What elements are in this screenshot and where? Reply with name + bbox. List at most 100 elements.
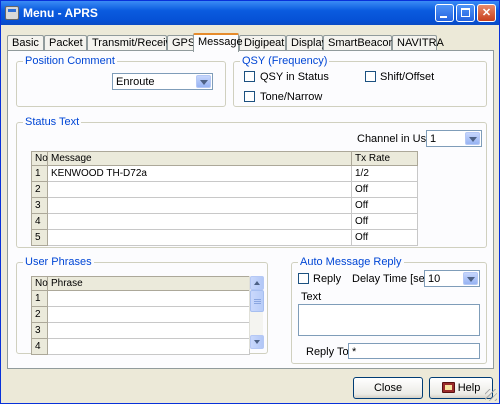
user-phrases-label: User Phrases — [23, 256, 94, 268]
tx-rate-cell[interactable]: Off — [351, 181, 418, 198]
phrase-cell[interactable] — [47, 322, 250, 339]
minimize-button[interactable] — [435, 4, 454, 22]
table-row[interactable]: 5 Off — [31, 229, 418, 246]
help-button-label: Help — [457, 382, 481, 394]
table-row[interactable]: 4 — [31, 338, 250, 355]
position-comment-label: Position Comment — [23, 55, 117, 67]
reply-text-field[interactable] — [298, 304, 480, 336]
row-number: 4 — [31, 338, 48, 355]
message-cell[interactable] — [47, 229, 352, 246]
table-row[interactable]: 3 Off — [31, 197, 418, 214]
aprs-menu-window: Menu - APRS ✕ Basic Packet Transmit/Rece… — [0, 0, 500, 404]
column-header-message: Message — [47, 151, 352, 166]
tab-gps[interactable]: GPS — [167, 35, 195, 51]
tx-rate-cell[interactable]: Off — [351, 213, 418, 230]
table-row[interactable]: 1 — [31, 290, 250, 307]
row-number: 2 — [31, 181, 48, 198]
delay-time-value: 10 — [428, 273, 441, 285]
message-cell[interactable] — [47, 213, 352, 230]
row-number: 1 — [31, 165, 48, 182]
channel-in-use-label: Channel in Use — [357, 133, 433, 145]
row-number: 2 — [31, 306, 48, 323]
grip-line — [254, 303, 261, 304]
column-header-no: No — [31, 151, 48, 166]
position-comment-value: Enroute — [116, 76, 155, 88]
chevron-down-icon — [465, 132, 480, 145]
channel-in-use-select[interactable]: 1 — [426, 130, 482, 147]
tx-rate-cell[interactable]: Off — [351, 229, 418, 246]
tab-digipeat[interactable]: Digipeat — [239, 35, 286, 51]
position-comment-group: Position Comment Enroute — [16, 55, 226, 107]
tab-display[interactable]: Display — [286, 35, 327, 51]
phrase-cell[interactable] — [47, 290, 250, 307]
table-row[interactable]: 2 Off — [31, 181, 418, 198]
table-row[interactable]: 4 Off — [31, 213, 418, 230]
message-cell[interactable] — [47, 181, 352, 198]
qsy-in-status-checkbox[interactable] — [244, 71, 255, 82]
status-table-header: No Message Tx Rate — [31, 151, 418, 166]
position-comment-select[interactable]: Enroute — [112, 73, 213, 90]
row-number: 3 — [31, 197, 48, 214]
table-row[interactable]: 2 — [31, 306, 250, 323]
status-text-label: Status Text — [23, 116, 82, 128]
qsy-in-status-label: QSY in Status — [260, 71, 329, 83]
chevron-down-icon — [463, 272, 478, 285]
tab-navitra[interactable]: NAVITRA — [392, 35, 444, 51]
maximize-button[interactable] — [456, 4, 475, 22]
close-button[interactable]: Close — [353, 377, 423, 399]
tab-packet[interactable]: Packet — [44, 35, 87, 51]
minimize-icon — [440, 16, 447, 18]
channel-in-use-value: 1 — [430, 133, 437, 145]
chevron-down-icon — [196, 75, 211, 88]
reply-label: Reply — [313, 273, 342, 285]
help-button[interactable]: Help — [429, 377, 493, 399]
message-cell[interactable]: KENWOOD TH-D72a — [47, 165, 352, 182]
table-row[interactable]: 1 KENWOOD TH-D72a 1/2 — [31, 165, 418, 182]
close-icon: ✕ — [481, 7, 492, 19]
shift-offset-label: Shift/Offset — [380, 71, 435, 83]
delay-time-select[interactable]: 10 — [424, 270, 480, 287]
reply-to-value: * — [352, 346, 357, 358]
maximize-icon — [461, 8, 470, 17]
scroll-thumb[interactable] — [250, 290, 264, 312]
delay-time-label: Delay Time [sec] — [352, 273, 434, 285]
scroll-up-icon[interactable] — [250, 276, 264, 290]
table-row[interactable]: 3 — [31, 322, 250, 339]
column-header-tx-rate: Tx Rate — [351, 151, 418, 166]
resize-grip-icon[interactable] — [485, 389, 497, 401]
tab-message[interactable]: Message — [193, 33, 243, 52]
phrase-cell[interactable] — [47, 306, 250, 323]
status-text-group: Status Text Channel in Use 1 No Message … — [16, 116, 487, 248]
close-window-button[interactable]: ✕ — [477, 4, 496, 22]
row-number: 4 — [31, 213, 48, 230]
phrase-cell[interactable] — [47, 338, 250, 355]
reply-checkbox[interactable] — [298, 273, 309, 284]
auto-message-reply-label: Auto Message Reply — [298, 256, 404, 268]
tab-smartbeaconing[interactable]: SmartBeaconing — [323, 35, 409, 51]
qsy-group: QSY (Frequency) QSY in Status Shift/Offs… — [233, 55, 487, 107]
tab-basic[interactable]: Basic — [7, 35, 44, 51]
tone-narrow-checkbox[interactable] — [244, 91, 255, 102]
row-number: 1 — [31, 290, 48, 307]
reply-to-label: Reply To — [306, 346, 349, 358]
message-tab-panel: Position Comment Enroute QSY (Frequency)… — [7, 50, 494, 369]
column-header-phrase: Phrase — [47, 276, 250, 291]
scroll-down-icon[interactable] — [250, 335, 264, 349]
help-book-icon — [441, 381, 455, 393]
title-bar[interactable]: Menu - APRS ✕ — [1, 1, 499, 25]
phrases-scrollbar[interactable] — [249, 276, 264, 349]
qsy-label: QSY (Frequency) — [240, 55, 330, 67]
row-number: 3 — [31, 322, 48, 339]
column-header-no: No — [31, 276, 48, 291]
status-text-table: No Message Tx Rate 1 KENWOOD TH-D72a 1/2… — [31, 151, 418, 246]
tab-transmit-receive[interactable]: Transmit/Receive — [87, 35, 177, 51]
user-phrases-group: User Phrases No Phrase 1 2 3 4 — [16, 256, 268, 355]
shift-offset-checkbox[interactable] — [365, 71, 376, 82]
tx-rate-cell[interactable]: Off — [351, 197, 418, 214]
reply-to-field[interactable]: * — [348, 343, 480, 359]
app-icon — [5, 6, 19, 20]
tx-rate-cell[interactable]: 1/2 — [351, 165, 418, 182]
message-cell[interactable] — [47, 197, 352, 214]
user-phrases-table: No Phrase 1 2 3 4 — [31, 276, 250, 355]
grip-line — [254, 301, 261, 302]
